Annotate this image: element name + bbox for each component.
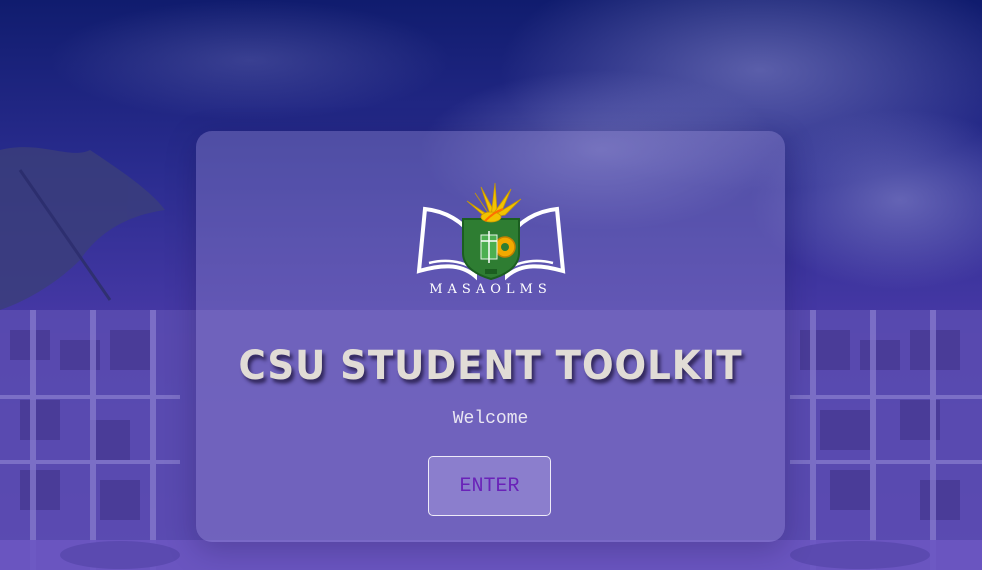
logo — [196, 181, 785, 281]
enter-button[interactable]: ENTER — [428, 456, 551, 516]
masaolms-logo-icon — [416, 182, 565, 281]
welcome-card: MASAOLMS CSU STUDENT TOOLKIT Welcome ENT… — [196, 131, 785, 542]
logo-text: MASAOLMS — [429, 282, 552, 297]
welcome-text: Welcome — [452, 409, 529, 429]
page-title: CSU STUDENT TOOLKIT — [238, 343, 743, 389]
